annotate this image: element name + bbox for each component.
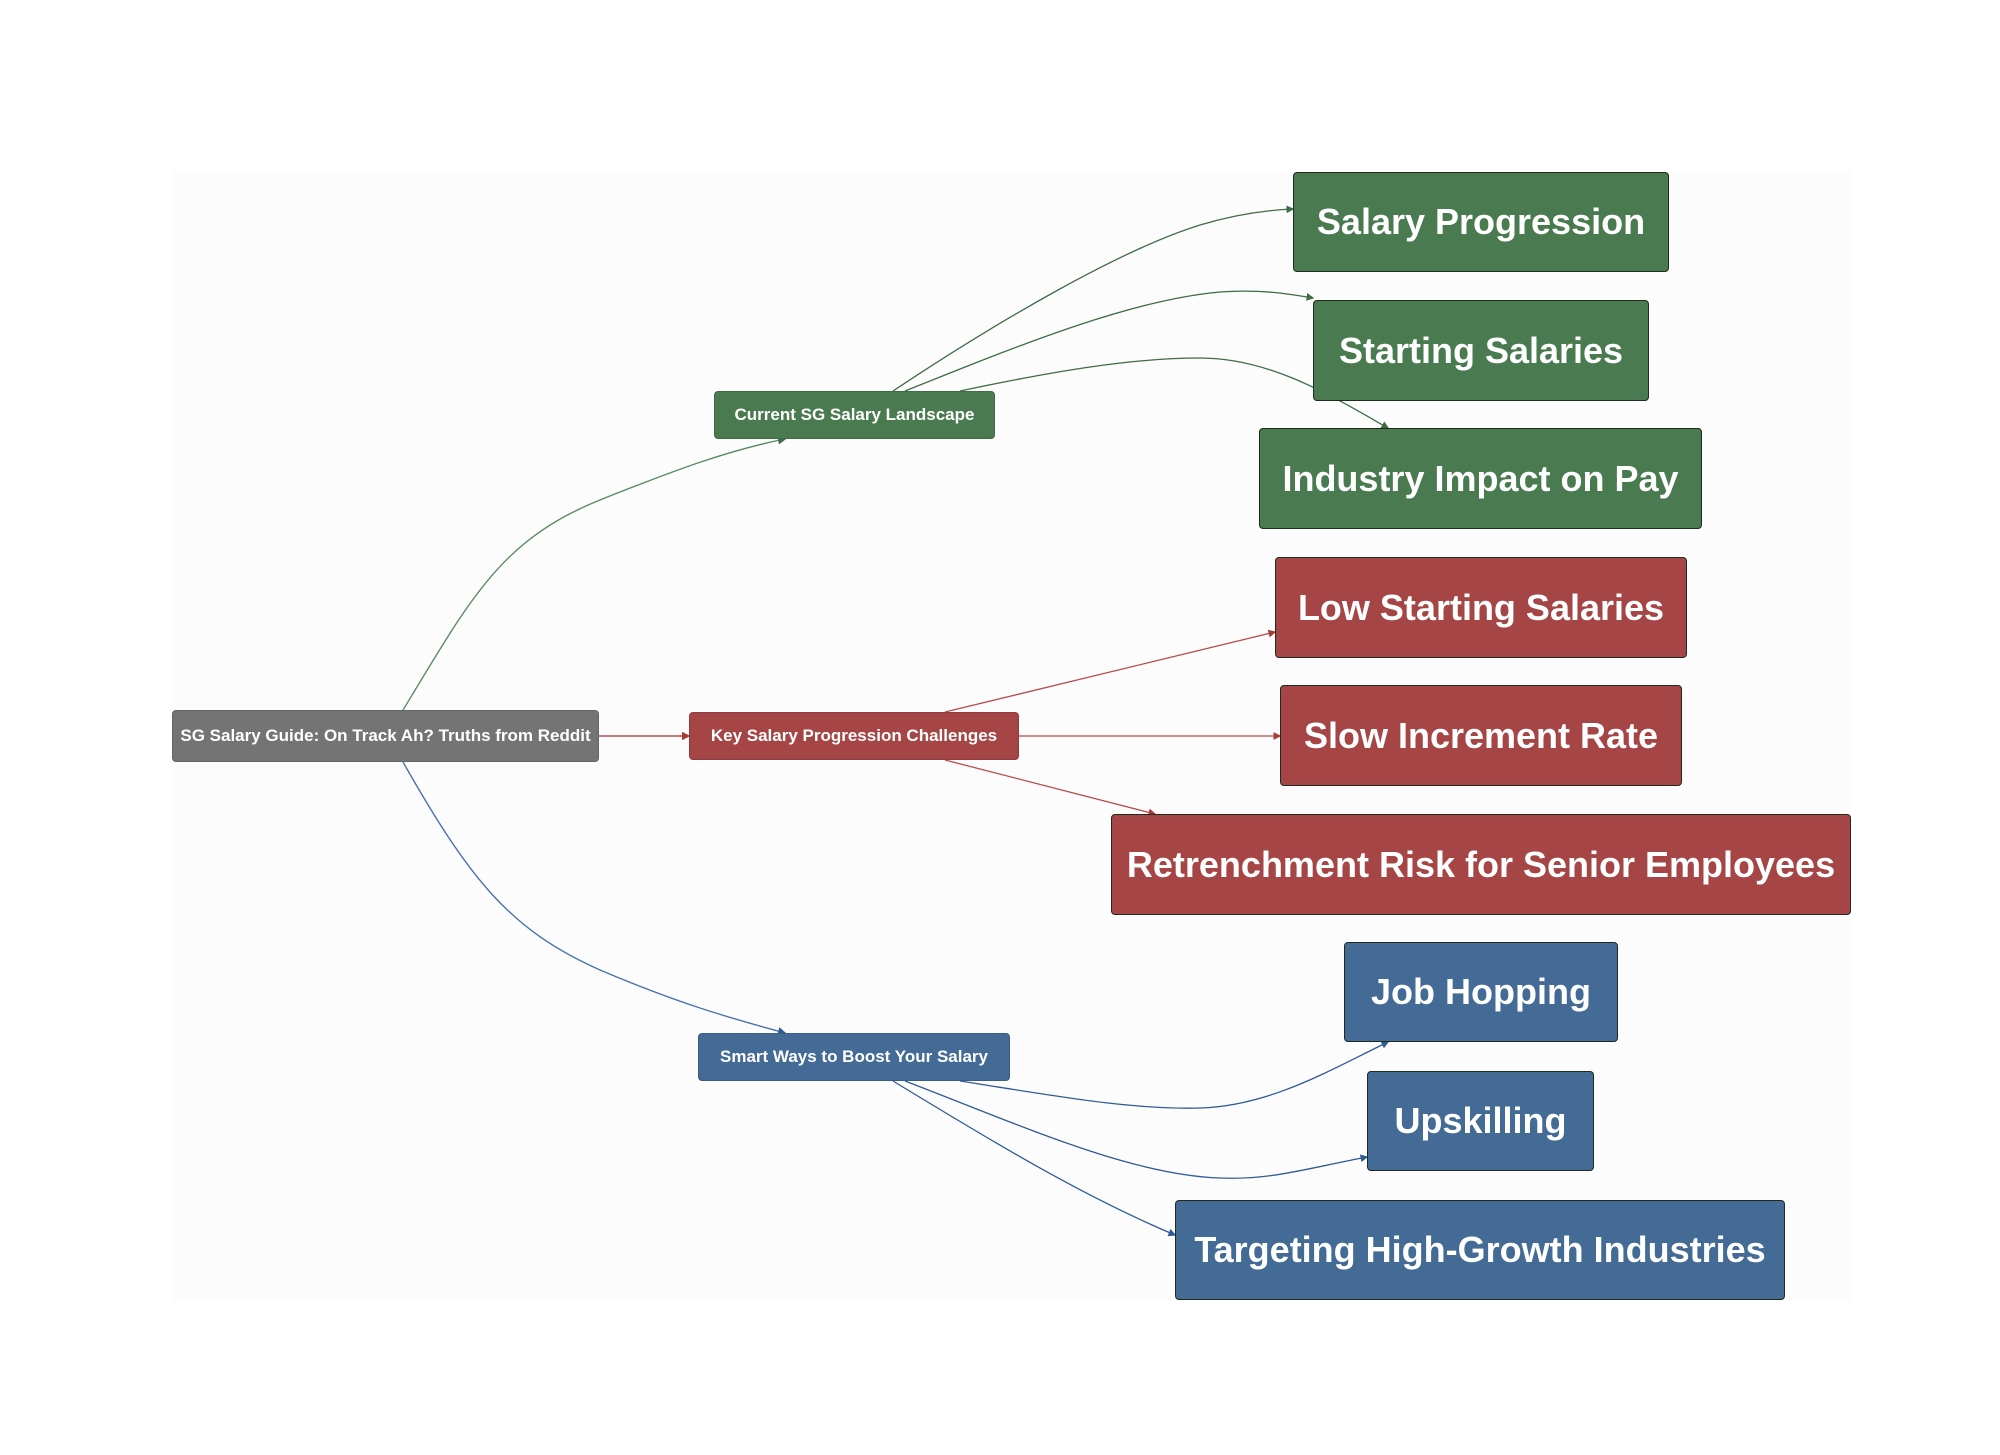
edge-root-landscape [402, 436, 787, 711]
edge-challenges-low-starting [944, 629, 1277, 713]
edge-root-boost [402, 761, 787, 1036]
edge-boost-job-hopping [959, 1041, 1390, 1109]
leaf-node-industry-impact[interactable]: Industry Impact on Pay [1259, 428, 1702, 529]
leaf-label: Starting Salaries [1338, 329, 1624, 371]
edge-landscape-starting-salaries [904, 290, 1315, 392]
leaf-label: Industry Impact on Pay [1282, 457, 1679, 499]
leaf-node-retrenchment-risk[interactable]: Retrenchment Risk for Senior Employees [1111, 814, 1851, 915]
leaf-node-slow-increment-rate[interactable]: Slow Increment Rate [1280, 685, 1682, 786]
leaf-label: Slow Increment Rate [1303, 714, 1659, 756]
leaf-label: Retrenchment Risk for Senior Employees [1126, 843, 1836, 885]
branch-node-landscape[interactable]: Current SG Salary Landscape [714, 391, 995, 439]
leaf-label: Salary Progression [1316, 201, 1646, 242]
root-node[interactable]: SG Salary Guide: On Track Ah? Truths fro… [172, 710, 599, 762]
leaf-label: Job Hopping [1371, 971, 1591, 1012]
leaf-label: Targeting High-Growth Industries [1194, 1229, 1766, 1270]
leaf-label: Upskilling [1394, 1100, 1567, 1141]
leaf-node-low-starting-salaries[interactable]: Low Starting Salaries [1275, 557, 1687, 658]
leaf-label: Low Starting Salaries [1297, 586, 1665, 628]
branch-node-challenges[interactable]: Key Salary Progression Challenges [689, 712, 1019, 760]
leaf-node-targeting-industries[interactable]: Targeting High-Growth Industries [1175, 1200, 1785, 1300]
branch-label: Current SG Salary Landscape [734, 405, 975, 424]
leaf-node-starting-salaries[interactable]: Starting Salaries [1313, 300, 1649, 401]
edge-boost-targeting [892, 1080, 1177, 1237]
leaf-node-salary-progression[interactable]: Salary Progression [1293, 172, 1669, 272]
leaf-node-upskilling[interactable]: Upskilling [1367, 1071, 1594, 1171]
edge-landscape-salary-progression [892, 205, 1295, 392]
leaf-node-job-hopping[interactable]: Job Hopping [1344, 942, 1618, 1042]
branch-node-boost[interactable]: Smart Ways to Boost Your Salary [698, 1033, 1010, 1081]
branch-label: Smart Ways to Boost Your Salary [720, 1047, 988, 1066]
branch-label: Key Salary Progression Challenges [710, 726, 998, 745]
root-node-label: SG Salary Guide: On Track Ah? Truths fro… [180, 726, 591, 745]
edge-challenges-retrenchment [944, 759, 1157, 817]
